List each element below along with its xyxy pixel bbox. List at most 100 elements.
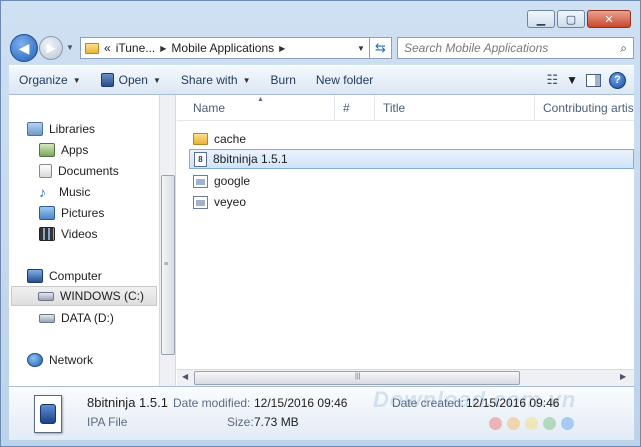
size-value: 7.73 MB [254,415,299,429]
open-button[interactable]: Open ▼ [91,68,171,92]
app-icon [100,73,114,87]
help-icon[interactable]: ? [609,71,626,89]
chevron-down-icon[interactable]: ▼ [566,73,578,87]
share-with-button[interactable]: Share with ▼ [171,68,261,92]
file-name: cache [214,132,247,146]
size-label: Size: [227,415,254,429]
file-list: ▲ Name # Title Contributing artis cache … [177,95,634,386]
sidebar-item-libraries[interactable]: Libraries [27,119,95,139]
details-file-type: IPA File [87,415,128,429]
file-list-horizontal-scrollbar[interactable]: ◀ ||| ▶ [177,369,634,386]
caption-buttons: ▁ ▢ ✕ [527,10,631,28]
open-label: Open [118,73,148,87]
sidebar-item-documents[interactable]: Documents [39,161,119,181]
sidebar-item-computer[interactable]: Computer [27,266,102,286]
file-icon [193,195,208,209]
navigation-pane-scrollbar[interactable]: ≡ [159,95,176,386]
search-box[interactable]: ⌕ [397,37,634,59]
back-arrow-icon: ◀ [18,39,30,56]
folder-icon [85,42,99,54]
search-icon[interactable]: ⌕ [620,41,627,56]
file-icon [193,174,208,188]
chevron-down-icon: ▼ [72,75,81,85]
sidebar-item-label: DATA (D:) [61,311,114,325]
breadcrumb-itunes[interactable]: iTune... [116,41,156,55]
sidebar-item-label: Pictures [61,206,105,220]
chevron-right-icon[interactable]: ▶ [279,44,285,53]
command-bar: Organize ▼ Open ▼ Share with ▼ Burn New … [9,65,634,95]
watermark-dot [507,417,520,430]
sidebar-item-apps[interactable]: Apps [39,140,88,160]
details-file-name: 8bitninja 1.5.1 [87,395,168,410]
watermark-dot [489,417,502,430]
sidebar-item-label: Documents [58,164,119,178]
breadcrumb-mobile-applications[interactable]: Mobile Applications [171,41,274,55]
sidebar-item-data-d[interactable]: DATA (D:) [39,308,114,328]
column-header-name[interactable]: Name [185,95,335,121]
apps-icon [39,143,55,157]
file-name: veyeo [214,195,247,209]
maximize-button[interactable]: ▢ [557,10,585,28]
date-modified-value: 12/15/2016 09:46 [254,396,348,410]
column-header-title[interactable]: Title [375,95,535,121]
sidebar-item-label: Apps [61,143,89,157]
ipa-file-icon [40,404,56,424]
scroll-grip-icon: ≡ [164,261,168,268]
sidebar-item-label: Libraries [49,122,96,136]
explorer-window: ▁ ▢ ✕ ◀ ▶ ▼ « iTune... ▶ Mobile Applicat… [0,0,641,447]
music-note-icon: ♪ [39,184,46,200]
ipa-file-icon: 8 [194,151,207,167]
drive-icon [39,313,55,323]
sidebar-item-music[interactable]: ♪ Music [39,182,90,202]
scrollbar-thumb[interactable]: ||| [194,371,520,385]
chevron-down-icon[interactable]: ▼ [153,76,161,85]
preview-pane-icon[interactable] [586,73,601,87]
column-header-number[interactable]: # [335,95,375,121]
file-name: 8bitninja 1.5.1 [213,152,288,166]
breadcrumb-overflow[interactable]: « [104,41,111,55]
refresh-icon: ⇆ [375,40,386,55]
sidebar-item-network[interactable]: Network [27,350,93,370]
file-row-8bitninja[interactable]: 8 8bitninja 1.5.1 [189,149,634,169]
address-bar[interactable]: « iTune... ▶ Mobile Applications ▶ ▼ [80,37,370,59]
minimize-button[interactable]: ▁ [527,10,555,28]
recent-pages-dropdown[interactable]: ▼ [66,43,74,52]
sidebar-item-pictures[interactable]: Pictures [39,203,104,223]
documents-icon [39,164,52,178]
burn-button[interactable]: Burn [261,68,306,92]
scroll-right-icon[interactable]: ▶ [620,372,626,381]
date-modified-label: Date modified: [173,396,251,410]
organize-button[interactable]: Organize ▼ [9,68,91,92]
sidebar-item-windows-c[interactable]: WINDOWS (C:) [11,286,157,306]
folder-icon [193,133,208,145]
sidebar-item-videos[interactable]: Videos [39,224,97,244]
watermark-dot [543,417,556,430]
organize-label: Organize [19,73,68,87]
sidebar-item-label: WINDOWS (C:) [60,289,144,303]
back-button[interactable]: ◀ [10,34,38,62]
new-folder-button[interactable]: New folder [306,68,383,92]
column-header-contributing-artists[interactable]: Contributing artis [535,95,634,121]
forward-arrow-icon: ▶ [46,41,56,55]
close-button[interactable]: ✕ [587,10,631,28]
address-dropdown-icon[interactable]: ▼ [353,44,369,53]
scroll-grip-icon: ||| [355,373,361,380]
sidebar-item-label: Music [59,185,91,199]
refresh-button[interactable]: ⇆ [370,37,392,59]
file-name: google [214,174,251,188]
file-row-google[interactable]: google [189,171,250,191]
network-icon [27,353,43,367]
scroll-left-icon[interactable]: ◀ [182,372,188,381]
view-controls: ☷ ▼ ? [546,71,634,89]
search-input[interactable] [404,41,621,55]
sidebar-item-label: Network [49,353,94,367]
date-created-value: 12/15/2016 09:46 [466,396,560,410]
share-with-label: Share with [180,73,238,87]
chevron-right-icon[interactable]: ▶ [160,44,166,53]
file-row-veyeo[interactable]: veyeo [189,192,246,212]
forward-button[interactable]: ▶ [39,36,63,60]
views-icon[interactable]: ☷ [546,72,558,88]
libraries-icon [27,122,43,136]
navigation-pane: Libraries Apps Documents ♪ Music Picture… [9,95,159,386]
file-row-cache[interactable]: cache [189,129,246,149]
